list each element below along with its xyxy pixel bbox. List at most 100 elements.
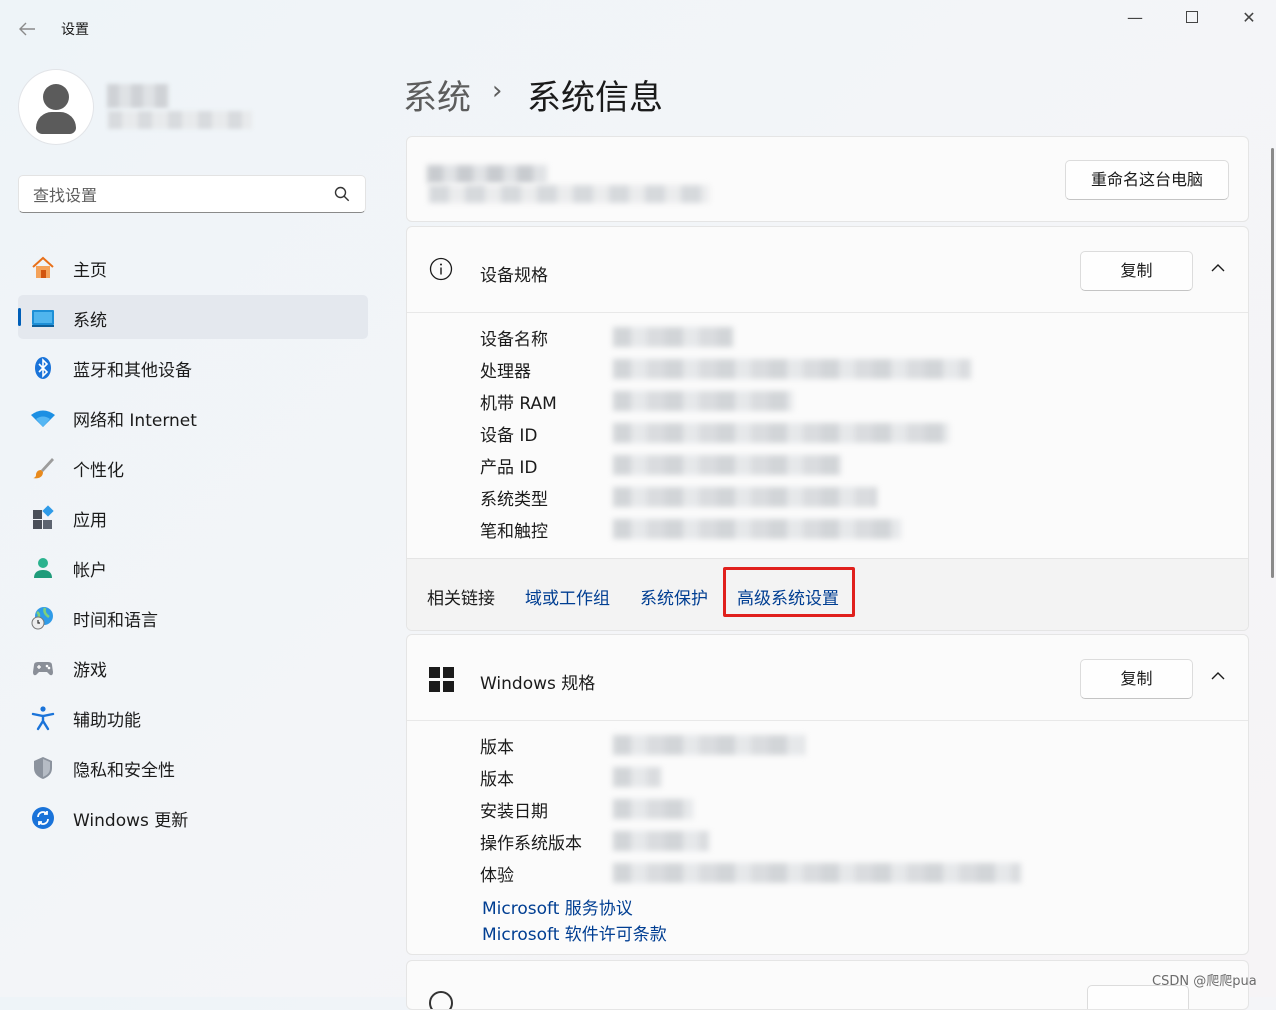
spec-key: 操作系统版本 [480, 834, 582, 854]
device-specs-title: 设备规格 [480, 266, 548, 286]
system-protection-link[interactable]: 系统保护 [640, 584, 708, 609]
sidebar-item-network[interactable]: 网络和 Internet [18, 395, 368, 439]
sidebar-item-label: Windows 更新 [73, 811, 189, 831]
back-button[interactable] [16, 18, 40, 40]
system-display-icon [32, 310, 54, 327]
wifi-icon [31, 410, 55, 427]
title-bar: 设置 — ✕ [0, 0, 1276, 56]
spec-value-redacted [613, 391, 793, 411]
spec-key: 机带 RAM [480, 394, 557, 414]
close-button[interactable]: ✕ [1226, 6, 1272, 30]
sidebar-item-label: 网络和 Internet [73, 411, 197, 431]
spec-value-redacted [613, 735, 805, 755]
apps-icon [33, 505, 54, 529]
account-icon [34, 558, 52, 578]
sidebar-item-label: 时间和语言 [73, 611, 158, 631]
spec-key: 笔和触控 [480, 522, 548, 542]
watermark: CSDN @爬爬pua [1152, 974, 1257, 989]
gamepad-icon [33, 662, 53, 676]
sidebar-item-personalization[interactable]: 个性化 [18, 445, 368, 489]
spec-value-redacted [613, 799, 693, 819]
sidebar-item-apps[interactable]: 应用 [18, 495, 368, 539]
user-name-redacted [107, 84, 169, 108]
sidebar-item-gaming[interactable]: 游戏 [18, 645, 368, 689]
app-title: 设置 [61, 22, 89, 38]
shield-icon [34, 757, 52, 779]
pc-model-redacted [429, 185, 709, 203]
pc-name-redacted [427, 165, 547, 183]
sidebar-item-label: 系统 [73, 311, 107, 331]
avatar-body [36, 112, 76, 134]
sidebar-item-label: 隐私和安全性 [73, 761, 175, 781]
device-specs-card: 设备规格 复制 设备名称 处理器 机带 RAM 设备 ID 产品 ID 系统类型… [406, 226, 1249, 631]
sidebar-item-label: 蓝牙和其他设备 [73, 361, 192, 381]
globe-clock-icon [31, 607, 53, 630]
search-box [18, 175, 366, 213]
breadcrumb-parent[interactable]: 系统 [403, 70, 471, 119]
spec-value-redacted [613, 423, 949, 443]
domain-workgroup-link[interactable]: 域或工作组 [525, 584, 610, 609]
breadcrumb-separator: › [492, 76, 503, 106]
sidebar-item-bluetooth[interactable]: 蓝牙和其他设备 [18, 345, 368, 389]
close-icon: ✕ [1242, 8, 1256, 27]
spec-key: 体验 [480, 866, 514, 886]
update-sync-icon [32, 807, 54, 829]
sidebar-item-label: 个性化 [73, 461, 124, 481]
windows-logo-icon [429, 667, 455, 693]
services-agreement-link[interactable]: Microsoft 服务协议 [482, 894, 633, 919]
search-input[interactable] [31, 182, 325, 208]
next-section-card [406, 960, 1249, 1010]
spec-key: 设备 ID [480, 426, 538, 446]
chevron-up-icon[interactable] [1208, 666, 1228, 686]
sidebar-item-label: 游戏 [73, 661, 107, 681]
spec-value-redacted [613, 863, 1021, 883]
active-indicator [18, 308, 21, 326]
sidebar-item-home[interactable]: 主页 [18, 245, 368, 289]
windows-specs-header[interactable]: Windows 规格 复制 [407, 635, 1248, 721]
related-links-bar: 相关链接 域或工作组 系统保护 高级系统设置 [407, 558, 1248, 630]
sidebar-item-windows-update[interactable]: Windows 更新 [18, 795, 368, 839]
spec-key: 设备名称 [480, 330, 548, 350]
spec-key: 产品 ID [480, 458, 538, 478]
page-title: 系统信息 [527, 78, 663, 118]
search-icon[interactable] [333, 185, 351, 203]
device-specs-header[interactable]: 设备规格 复制 [407, 227, 1248, 313]
minimize-button[interactable]: — [1112, 6, 1158, 30]
chevron-up-icon[interactable] [1208, 258, 1228, 278]
copy-device-specs-button[interactable]: 复制 [1080, 251, 1193, 291]
avatar[interactable] [19, 70, 93, 144]
info-icon [429, 257, 453, 281]
spec-value-redacted [613, 831, 709, 851]
sidebar-item-privacy[interactable]: 隐私和安全性 [18, 745, 368, 789]
copy-windows-specs-button[interactable]: 复制 [1080, 659, 1193, 699]
minimize-icon: — [1127, 8, 1143, 27]
maximize-button[interactable] [1169, 6, 1215, 30]
sidebar-item-label: 辅助功能 [73, 711, 141, 731]
sidebar-item-label: 帐户 [73, 561, 107, 581]
sidebar-item-label: 主页 [73, 261, 107, 281]
scrollbar[interactable] [1271, 148, 1274, 578]
sidebar-item-accessibility[interactable]: 辅助功能 [18, 695, 368, 739]
windows-specs-card: Windows 规格 复制 版本 版本 安装日期 操作系统版本 体验 Micro… [406, 634, 1249, 955]
spec-key: 版本 [480, 770, 514, 790]
sidebar-item-time-language[interactable]: 时间和语言 [18, 595, 368, 639]
maximize-icon [1186, 11, 1198, 23]
spec-value-redacted [613, 359, 971, 379]
paintbrush-icon [33, 458, 54, 479]
highlight-box [723, 567, 855, 617]
avatar-head [43, 84, 69, 110]
sidebar-item-accounts[interactable]: 帐户 [18, 545, 368, 589]
user-email-redacted [108, 111, 252, 129]
license-terms-link[interactable]: Microsoft 软件许可条款 [482, 920, 667, 945]
rename-pc-button[interactable]: 重命名这台电脑 [1065, 160, 1229, 200]
support-icon [429, 991, 453, 1009]
spec-key: 版本 [480, 738, 514, 758]
spec-value-redacted [613, 767, 661, 787]
sidebar-item-system[interactable]: 系统 [18, 295, 368, 339]
arrow-left-icon [19, 22, 35, 36]
home-icon [32, 256, 54, 278]
spec-value-redacted [613, 487, 877, 507]
related-links-label: 相关链接 [427, 589, 495, 609]
spec-key: 处理器 [480, 362, 531, 382]
spec-value-redacted [613, 327, 733, 347]
